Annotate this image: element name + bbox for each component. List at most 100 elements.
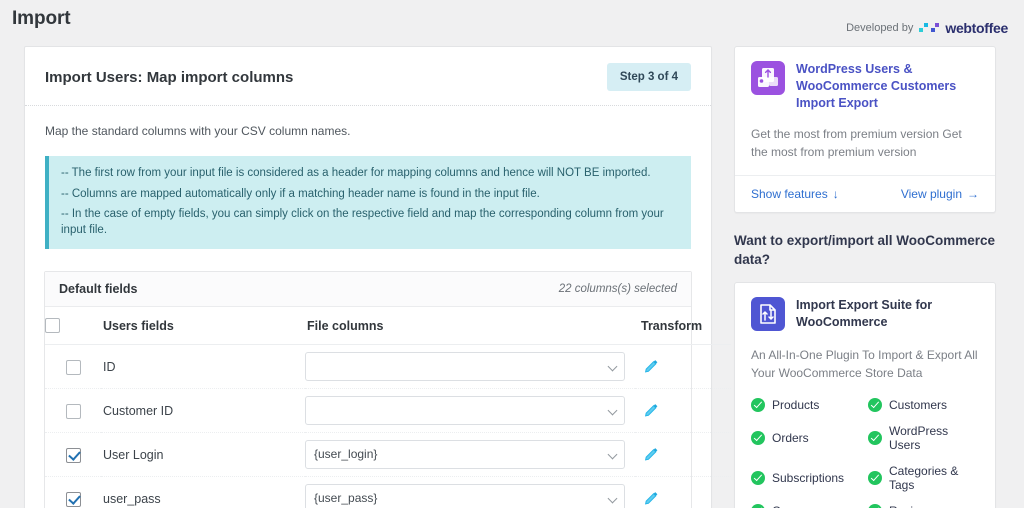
card-title: Import Users: Map import columns — [45, 68, 294, 86]
pencil-icon[interactable] — [643, 445, 660, 462]
top-bar: Import Developed by webtoffee — [0, 0, 1024, 46]
transform-cell — [635, 344, 731, 390]
list-item: Subscriptions — [751, 464, 862, 492]
transform-cell — [635, 388, 731, 434]
webtoffee-logo-mark-icon — [919, 22, 941, 34]
feature-label: WordPress Users — [889, 423, 949, 452]
webtoffee-logo: webtoffee — [919, 20, 1008, 36]
user-field-cell: User Login — [101, 432, 305, 478]
row-checkbox-cell — [45, 388, 101, 434]
row-checkbox[interactable] — [65, 447, 81, 463]
suite-promo-card: Import Export Suite for WooCommerce An A… — [734, 281, 996, 508]
check-circle-icon — [751, 470, 765, 485]
check-circle-icon — [751, 503, 765, 508]
view-plugin-link[interactable]: View plugin → — [901, 187, 979, 201]
row-checkbox-cell — [45, 476, 101, 508]
feature-label: Products — [772, 397, 820, 412]
feature-label: Subscriptions — [772, 470, 845, 485]
suite-feature-list: Products Customers Orders WordPress Users Su… — [751, 397, 979, 508]
show-features-label: Show features — [751, 186, 828, 201]
file-column-select[interactable]: {user_login} — [305, 440, 625, 470]
page-title: Import — [12, 8, 71, 29]
intro-text: Map the standard columns with your CSV c… — [45, 124, 351, 138]
select-all-checkbox[interactable] — [45, 318, 60, 334]
list-item: Reviews — [868, 503, 979, 508]
webtoffee-wordmark: webtoffee — [945, 20, 1008, 36]
transform-cell — [635, 476, 731, 508]
file-column-select-value[interactable] — [305, 352, 625, 382]
check-circle-icon — [868, 397, 882, 412]
arrow-right-icon: → — [967, 186, 979, 201]
feature-label: Reviews — [889, 504, 934, 508]
premium-promo-card: WordPress Users & WooCommerce Customers … — [734, 46, 996, 213]
file-column-select[interactable]: {user_pass} — [305, 484, 625, 508]
select-all-header — [45, 307, 101, 346]
list-item: Categories & Tags — [868, 464, 979, 492]
import-export-users-icon — [751, 61, 785, 95]
default-fields-header: Default fields 22 columns(s) selected — [45, 272, 691, 308]
default-fields-section: Default fields 22 columns(s) selected Us… — [44, 271, 731, 508]
file-column-select[interactable] — [305, 352, 625, 382]
developed-by-label: Developed by — [846, 22, 914, 34]
notice-line-2: -- Columns are mapped automatically only… — [61, 187, 540, 200]
file-column-select-value[interactable]: {user_login} — [305, 440, 625, 470]
check-circle-icon — [751, 430, 765, 445]
transform-header: Transform — [635, 307, 731, 346]
table-row: ID — [45, 344, 731, 390]
sidebar: WordPress Users & WooCommerce Customers … — [734, 46, 996, 508]
check-circle-icon — [868, 470, 882, 485]
info-notice: -- The first row from your input file is… — [45, 156, 691, 250]
pencil-icon[interactable] — [643, 489, 660, 506]
list-item: Coupons — [751, 503, 862, 508]
list-item: Customers — [868, 397, 979, 412]
suite-promo-title: Import Export Suite for WooCommerce — [796, 297, 933, 329]
row-checkbox[interactable] — [65, 491, 81, 507]
feature-label: Coupons — [772, 504, 820, 508]
table-row: user_pass {user_pass} — [45, 476, 731, 508]
user-field-cell: ID — [101, 344, 305, 390]
check-circle-icon — [751, 397, 765, 412]
mapping-table-body: ID Customer ID User Login {user_login} user_… — [45, 344, 731, 508]
row-checkbox[interactable] — [65, 359, 81, 375]
users-fields-header: Users fields — [101, 307, 305, 346]
show-features-link[interactable]: Show features ↓ — [751, 187, 839, 201]
notice-line-1: -- The first row from your input file is… — [61, 167, 651, 179]
feature-label: Customers — [889, 397, 948, 412]
row-checkbox[interactable] — [65, 403, 81, 419]
selected-count: 22 columns(s) selected — [558, 283, 677, 296]
suite-promo-description: An All-In-One Plugin To Import & Export … — [751, 347, 978, 380]
arrow-down-icon: ↓ — [832, 186, 839, 201]
developed-by-credit: Developed by webtoffee — [846, 20, 1008, 36]
pencil-icon[interactable] — [643, 401, 660, 418]
row-checkbox-cell — [45, 344, 101, 390]
premium-promo-description: Get the most from premium version Get th… — [751, 126, 962, 159]
mapping-table: Users fields File columns Transform ID Cu… — [45, 307, 731, 508]
feature-label: Categories & Tags — [889, 463, 959, 492]
import-export-suite-icon — [751, 296, 785, 331]
table-header-row: Users fields File columns Transform — [45, 307, 731, 346]
list-item: WordPress Users — [868, 424, 979, 452]
table-row: User Login {user_login} — [45, 432, 731, 478]
page-layout: Import Users: Map import columns Step 3 … — [0, 46, 1024, 508]
default-fields-title: Default fields — [59, 282, 138, 297]
import-wizard-card: Import Users: Map import columns Step 3 … — [24, 46, 731, 508]
user-field-cell: user_pass — [101, 476, 305, 508]
transform-cell — [635, 432, 731, 478]
suite-promo-body: Import Export Suite for WooCommerce An A… — [735, 283, 995, 508]
file-column-cell: {user_login} — [305, 432, 635, 478]
user-field-label: User Login — [103, 448, 164, 463]
file-column-select-value[interactable] — [305, 396, 625, 426]
file-column-select-value[interactable]: {user_pass} — [305, 484, 625, 508]
notice-line-3: -- In the case of empty fields, you can … — [61, 208, 664, 236]
list-item: Products — [751, 397, 862, 412]
pencil-icon[interactable] — [643, 357, 660, 374]
file-column-select[interactable] — [305, 396, 625, 426]
user-field-label: ID — [103, 360, 116, 375]
view-plugin-label: View plugin — [900, 186, 962, 201]
user-field-cell: Customer ID — [101, 388, 305, 434]
step-badge: Step 3 of 4 — [606, 63, 691, 91]
premium-promo-body: WordPress Users & WooCommerce Customers … — [735, 47, 995, 175]
premium-promo-footer: Show features ↓ View plugin → — [735, 174, 995, 212]
main-column: Import Users: Map import columns Step 3 … — [24, 46, 731, 508]
premium-promo-head: WordPress Users & WooCommerce Customers … — [751, 61, 979, 112]
